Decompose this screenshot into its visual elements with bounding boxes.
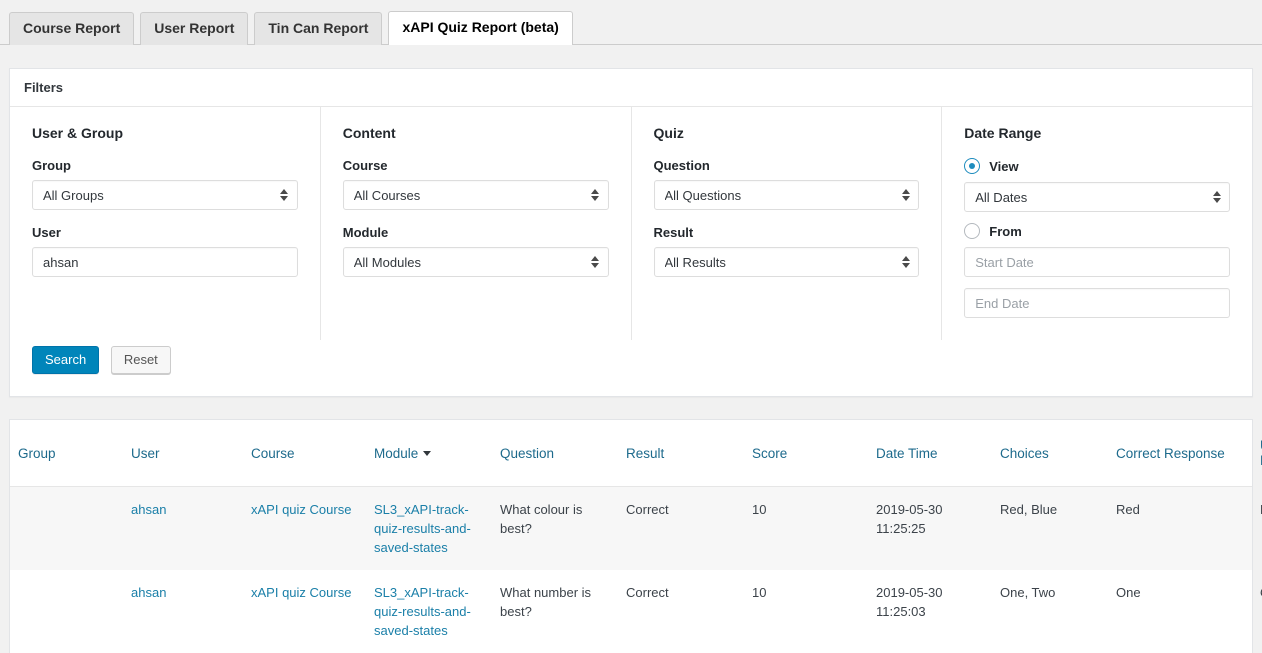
- cell-course: xAPI quiz Course: [243, 487, 366, 571]
- end-date-input[interactable]: [964, 288, 1230, 318]
- course-select-wrapper: All Courses: [343, 180, 609, 210]
- quiz-heading: Quiz: [654, 125, 920, 141]
- column-header-question[interactable]: Question: [492, 420, 618, 487]
- view-date-select[interactable]: All Dates: [964, 182, 1230, 212]
- result-select-wrapper: All Results: [654, 247, 920, 277]
- table-header-row: Group User Course Module Question Result…: [10, 420, 1252, 487]
- table-row: ahsan xAPI quiz Course SL3_xAPI-track-qu…: [10, 487, 1252, 571]
- module-field-wrapper: Module All Modules: [343, 225, 609, 277]
- course-select[interactable]: All Courses: [343, 180, 609, 210]
- filter-group-content: Content Course All Courses Module All Mo…: [321, 107, 632, 340]
- cell-group: [10, 570, 123, 653]
- user-field-wrapper: User: [32, 225, 298, 277]
- filter-group-quiz: Quiz Question All Questions Result All R…: [632, 107, 943, 340]
- module-select[interactable]: All Modules: [343, 247, 609, 277]
- from-radio-label: From: [989, 224, 1022, 239]
- cell-correct-response: Red: [1108, 487, 1252, 571]
- column-header-date-time[interactable]: Date Time: [868, 420, 992, 487]
- column-header-result[interactable]: Result: [618, 420, 744, 487]
- content-heading: Content: [343, 125, 609, 141]
- user-input[interactable]: [32, 247, 298, 277]
- module-link[interactable]: SL3_xAPI-track-quiz-results-and-saved-st…: [374, 502, 471, 555]
- from-radio-row[interactable]: From: [964, 223, 1230, 239]
- course-field-wrapper: Course All Courses: [343, 158, 609, 210]
- column-header-group[interactable]: Group: [10, 420, 123, 487]
- view-radio[interactable]: [964, 158, 980, 174]
- report-table-head: Group User Course Module Question Result…: [10, 420, 1252, 487]
- cell-result: Correct: [618, 570, 744, 653]
- user-link[interactable]: ahsan: [131, 502, 166, 517]
- question-field-wrapper: Question All Questions: [654, 158, 920, 210]
- reset-button[interactable]: Reset: [111, 346, 171, 374]
- course-label: Course: [343, 158, 609, 173]
- column-header-correct-response[interactable]: Correct Response: [1108, 420, 1252, 487]
- tab-xapi-quiz-report[interactable]: xAPI Quiz Report (beta): [388, 11, 572, 45]
- course-link[interactable]: xAPI quiz Course: [251, 502, 351, 517]
- course-link[interactable]: xAPI quiz Course: [251, 585, 351, 600]
- question-select-wrapper: All Questions: [654, 180, 920, 210]
- filter-group-user-and-group: User & Group Group All Groups User: [10, 107, 321, 340]
- start-date-input[interactable]: [964, 247, 1230, 277]
- module-label: Module: [343, 225, 609, 240]
- cell-date-time: 2019-05-30 11:25:03: [868, 570, 992, 653]
- group-select[interactable]: All Groups: [32, 180, 298, 210]
- filter-group-date-range: Date Range View All Dates From: [942, 107, 1252, 340]
- filter-actions: Search Reset: [10, 340, 1252, 396]
- user-label: User: [32, 225, 298, 240]
- cell-date-time: 2019-05-30 11:25:25: [868, 487, 992, 571]
- question-select[interactable]: All Questions: [654, 180, 920, 210]
- cell-choices: One, Two: [992, 570, 1108, 653]
- date-range-heading: Date Range: [964, 125, 1230, 141]
- cell-question: What number is best?: [492, 570, 618, 653]
- report-table-container: Group User Course Module Question Result…: [9, 419, 1253, 653]
- group-select-wrapper: All Groups: [32, 180, 298, 210]
- tab-tin-can-report[interactable]: Tin Can Report: [254, 12, 382, 45]
- view-radio-label: View: [989, 159, 1018, 174]
- tab-course-report[interactable]: Course Report: [9, 12, 134, 45]
- from-radio[interactable]: [964, 223, 980, 239]
- tab-user-report[interactable]: User Report: [140, 12, 248, 45]
- cell-score: 10: [744, 487, 868, 571]
- column-header-course[interactable]: Course: [243, 420, 366, 487]
- cell-module: SL3_xAPI-track-quiz-results-and-saved-st…: [366, 570, 492, 653]
- column-header-choices[interactable]: Choices: [992, 420, 1108, 487]
- user-group-heading: User & Group: [32, 125, 298, 141]
- group-label: Group: [32, 158, 298, 173]
- filters-panel: Filters User & Group Group All Groups Us…: [9, 68, 1253, 397]
- cell-user: ahsan: [123, 570, 243, 653]
- filters-columns: User & Group Group All Groups User Conte…: [10, 107, 1252, 340]
- search-button[interactable]: Search: [32, 346, 99, 374]
- table-row: ahsan xAPI quiz Course SL3_xAPI-track-qu…: [10, 570, 1252, 653]
- column-header-module[interactable]: Module: [366, 420, 492, 487]
- view-radio-row[interactable]: View: [964, 158, 1230, 174]
- report-tab-bar: Course Report User Report Tin Can Report…: [0, 0, 1262, 45]
- module-link[interactable]: SL3_xAPI-track-quiz-results-and-saved-st…: [374, 585, 471, 638]
- cell-correct-response: One: [1108, 570, 1252, 653]
- view-date-select-wrapper: All Dates: [964, 182, 1230, 212]
- report-table-body: ahsan xAPI quiz Course SL3_xAPI-track-qu…: [10, 487, 1252, 653]
- group-field-wrapper: Group All Groups: [32, 158, 298, 210]
- cell-score: 10: [744, 570, 868, 653]
- cell-user: ahsan: [123, 487, 243, 571]
- cell-question: What colour is best?: [492, 487, 618, 571]
- column-header-score[interactable]: Score: [744, 420, 868, 487]
- result-select[interactable]: All Results: [654, 247, 920, 277]
- result-field-wrapper: Result All Results: [654, 225, 920, 277]
- question-label: Question: [654, 158, 920, 173]
- filters-panel-title: Filters: [10, 69, 1252, 107]
- cell-choices: Red, Blue: [992, 487, 1108, 571]
- result-label: Result: [654, 225, 920, 240]
- report-table: Group User Course Module Question Result…: [10, 420, 1252, 653]
- module-select-wrapper: All Modules: [343, 247, 609, 277]
- column-header-module-label: Module: [374, 446, 418, 461]
- cell-course: xAPI quiz Course: [243, 570, 366, 653]
- user-link[interactable]: ahsan: [131, 585, 166, 600]
- cell-module: SL3_xAPI-track-quiz-results-and-saved-st…: [366, 487, 492, 571]
- cell-group: [10, 487, 123, 571]
- cell-result: Correct: [618, 487, 744, 571]
- column-header-user[interactable]: User: [123, 420, 243, 487]
- sort-descending-icon: [423, 451, 431, 456]
